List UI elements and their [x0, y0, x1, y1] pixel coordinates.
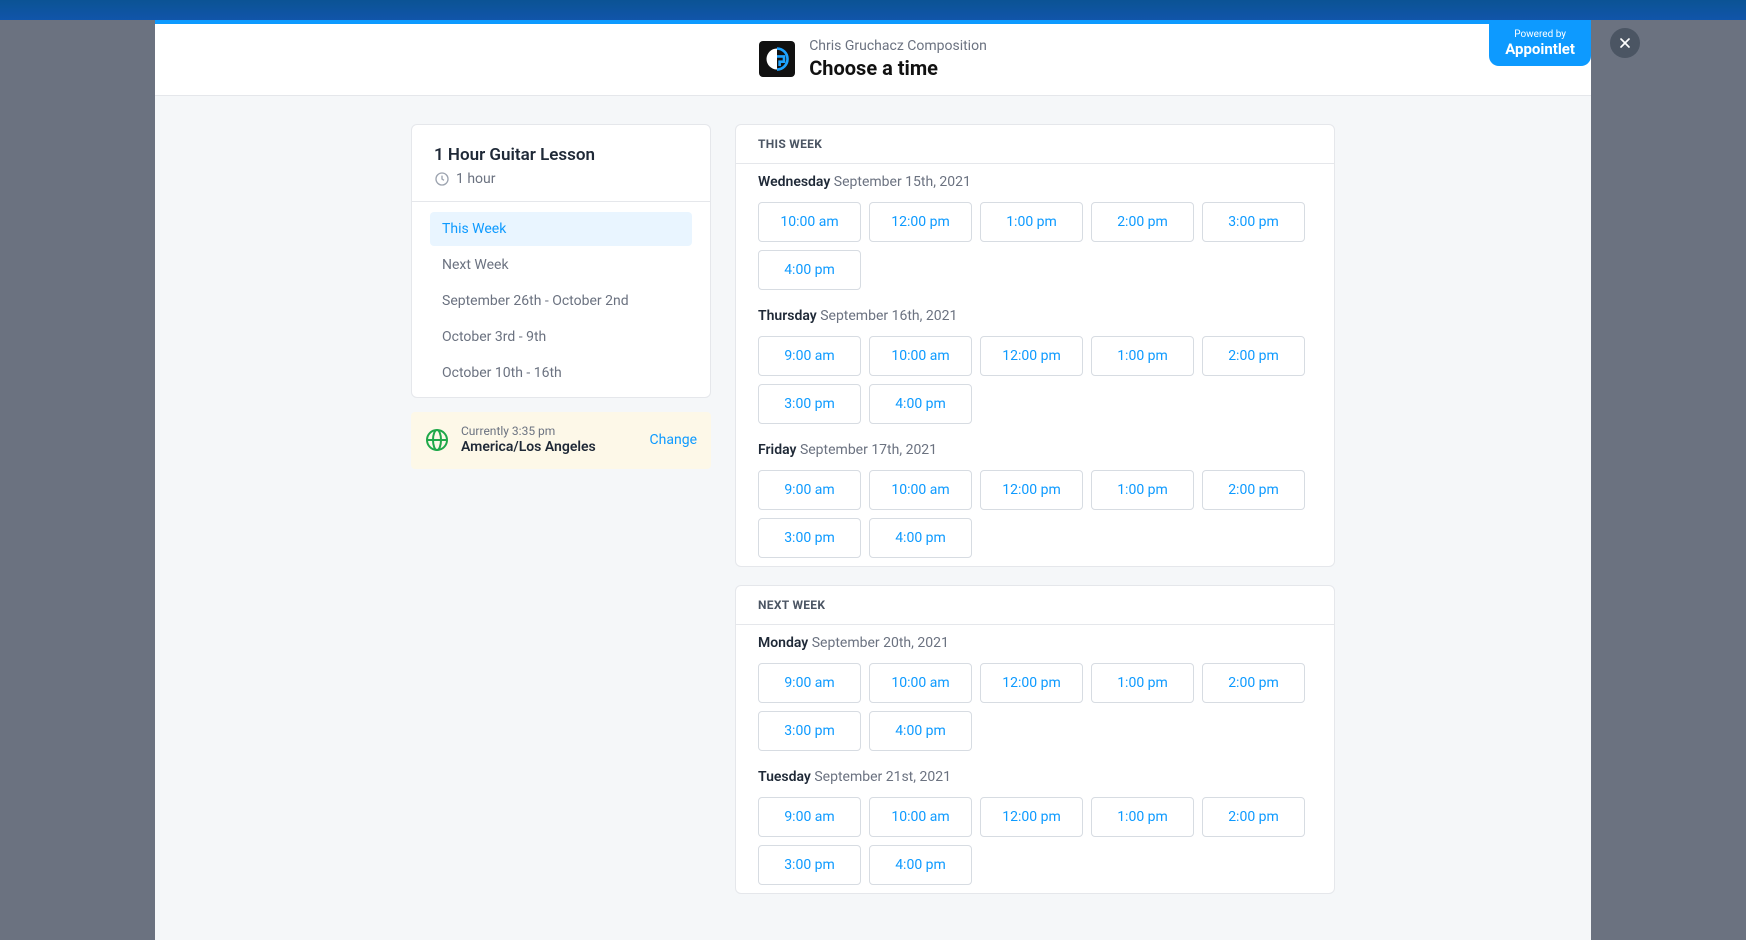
week-section: NEXT WEEK Monday September 20th, 2021 9:00… — [735, 585, 1335, 894]
time-slot[interactable]: 4:00 pm — [869, 384, 972, 424]
time-slot[interactable]: 3:00 pm — [758, 384, 861, 424]
time-slot[interactable]: 10:00 am — [758, 202, 861, 242]
timezone-current-time: Currently 3:35 pm — [461, 424, 638, 438]
time-slots-column: THIS WEEK Wednesday September 15th, 2021 1… — [735, 124, 1335, 912]
week-item[interactable]: This Week — [430, 212, 692, 246]
time-slot[interactable]: 12:00 pm — [980, 336, 1083, 376]
time-grid: 9:00 am10:00 am12:00 pm1:00 pm2:00 pm 3:0… — [758, 797, 1312, 885]
day-of-week: Tuesday — [758, 769, 814, 785]
time-slot[interactable]: 10:00 am — [869, 797, 972, 837]
time-slot[interactable]: 12:00 pm — [980, 797, 1083, 837]
day-label: Wednesday September 15th, 2021 — [758, 174, 1312, 190]
time-slot[interactable]: 9:00 am — [758, 336, 861, 376]
time-slot[interactable]: 1:00 pm — [1091, 336, 1194, 376]
time-slot[interactable]: 4:00 pm — [869, 845, 972, 885]
time-slot[interactable]: 3:00 pm — [758, 711, 861, 751]
week-item[interactable]: October 10th - 16th — [430, 356, 692, 390]
time-slot[interactable]: 2:00 pm — [1202, 663, 1305, 703]
lesson-duration: 1 hour — [434, 171, 688, 187]
modal-body-scroll[interactable]: 1 Hour Guitar Lesson 1 hour This WeekNex… — [155, 96, 1591, 940]
globe-icon — [425, 428, 449, 452]
duration-text: 1 hour — [456, 171, 496, 187]
day-label: Monday September 20th, 2021 — [758, 635, 1312, 651]
week-item[interactable]: September 26th - October 2nd — [430, 284, 692, 318]
time-slot[interactable]: 4:00 pm — [869, 711, 972, 751]
time-slot[interactable]: 12:00 pm — [980, 663, 1083, 703]
day-block: Friday September 17th, 2021 9:00 am10:00 … — [736, 432, 1334, 566]
time-slot[interactable]: 2:00 pm — [1202, 797, 1305, 837]
page-title: Choose a time — [809, 55, 987, 81]
time-slot[interactable]: 1:00 pm — [980, 202, 1083, 242]
time-slot[interactable]: 4:00 pm — [758, 250, 861, 290]
powered-by-badge[interactable]: Powered by Appointlet — [1489, 24, 1591, 66]
time-slot[interactable]: 2:00 pm — [1202, 336, 1305, 376]
close-button[interactable] — [1610, 28, 1640, 58]
clock-icon — [434, 171, 450, 187]
time-slot[interactable]: 3:00 pm — [1202, 202, 1305, 242]
lesson-title: 1 Hour Guitar Lesson — [434, 145, 688, 165]
day-date: September 21st, 2021 — [814, 769, 951, 785]
powered-by-label: Powered by — [1505, 30, 1575, 40]
brand-logo — [759, 41, 795, 77]
time-slot[interactable]: 9:00 am — [758, 797, 861, 837]
time-slot[interactable]: 12:00 pm — [980, 470, 1083, 510]
timezone-change-button[interactable]: Change — [650, 432, 697, 448]
time-slot[interactable]: 10:00 am — [869, 470, 972, 510]
sidebar: 1 Hour Guitar Lesson 1 hour This WeekNex… — [411, 124, 711, 469]
timezone-box: Currently 3:35 pm America/Los Angeles Ch… — [411, 412, 711, 469]
day-label: Thursday September 16th, 2021 — [758, 308, 1312, 324]
day-block: Monday September 20th, 2021 9:00 am10:00 … — [736, 625, 1334, 759]
day-block: Wednesday September 15th, 2021 10:00 am12… — [736, 164, 1334, 298]
day-date: September 15th, 2021 — [834, 174, 971, 190]
time-slot[interactable]: 10:00 am — [869, 663, 972, 703]
browser-top-bar — [0, 0, 1746, 20]
header-subtitle: Chris Gruchacz Composition — [809, 38, 987, 55]
time-slot[interactable]: 10:00 am — [869, 336, 972, 376]
time-grid: 9:00 am10:00 am12:00 pm1:00 pm2:00 pm 3:0… — [758, 336, 1312, 424]
time-slot[interactable]: 3:00 pm — [758, 845, 861, 885]
modal-header: Chris Gruchacz Composition Choose a time — [155, 24, 1591, 96]
time-slot[interactable]: 12:00 pm — [869, 202, 972, 242]
time-slot[interactable]: 9:00 am — [758, 470, 861, 510]
week-item[interactable]: Next Week — [430, 248, 692, 282]
day-date: September 17th, 2021 — [800, 442, 937, 458]
day-of-week: Friday — [758, 442, 800, 458]
day-of-week: Monday — [758, 635, 812, 651]
day-of-week: Thursday — [758, 308, 820, 324]
time-slot[interactable]: 2:00 pm — [1091, 202, 1194, 242]
section-header: THIS WEEK — [736, 125, 1334, 164]
day-label: Friday September 17th, 2021 — [758, 442, 1312, 458]
lesson-card: 1 Hour Guitar Lesson 1 hour This WeekNex… — [411, 124, 711, 398]
day-date: September 16th, 2021 — [820, 308, 957, 324]
section-header: NEXT WEEK — [736, 586, 1334, 625]
time-slot[interactable]: 1:00 pm — [1091, 797, 1194, 837]
day-date: September 20th, 2021 — [812, 635, 949, 651]
week-item[interactable]: October 3rd - 9th — [430, 320, 692, 354]
time-slot[interactable]: 3:00 pm — [758, 518, 861, 558]
day-of-week: Wednesday — [758, 174, 834, 190]
time-slot[interactable]: 4:00 pm — [869, 518, 972, 558]
time-slot[interactable]: 9:00 am — [758, 663, 861, 703]
time-slot[interactable]: 1:00 pm — [1091, 663, 1194, 703]
timezone-name: America/Los Angeles — [461, 438, 638, 456]
time-slot[interactable]: 1:00 pm — [1091, 470, 1194, 510]
week-section: THIS WEEK Wednesday September 15th, 2021 1… — [735, 124, 1335, 567]
day-block: Tuesday September 21st, 2021 9:00 am10:00… — [736, 759, 1334, 893]
week-list[interactable]: This WeekNext WeekSeptember 26th - Octob… — [412, 201, 710, 397]
time-slot[interactable]: 2:00 pm — [1202, 470, 1305, 510]
day-label: Tuesday September 21st, 2021 — [758, 769, 1312, 785]
time-grid: 9:00 am10:00 am12:00 pm1:00 pm2:00 pm 3:0… — [758, 663, 1312, 751]
time-grid: 10:00 am12:00 pm1:00 pm2:00 pm3:00 pm 4:0… — [758, 202, 1312, 290]
powered-by-brand: Appointlet — [1505, 40, 1575, 58]
booking-modal: Chris Gruchacz Composition Choose a time… — [155, 24, 1591, 940]
day-block: Thursday September 16th, 2021 9:00 am10:0… — [736, 298, 1334, 432]
time-grid: 9:00 am10:00 am12:00 pm1:00 pm2:00 pm 3:0… — [758, 470, 1312, 558]
